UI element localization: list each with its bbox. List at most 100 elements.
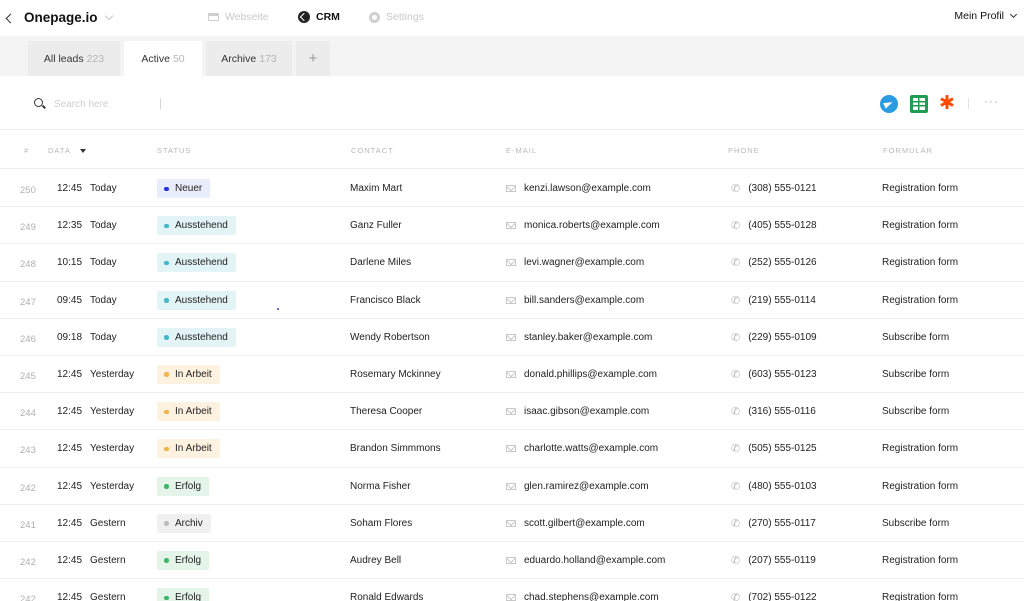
phone-cell[interactable]: ✆ (252) 555-0126 [731,244,817,281]
table-row[interactable]: 248 10:15 Today Ausstehend Darlene Miles… [0,244,1024,282]
row-number: 241 [20,519,36,531]
phone-cell[interactable]: ✆ (229) 555-0109 [731,319,817,356]
row-time: 12:45 [57,592,83,601]
phone-cell[interactable]: ✆ (702) 555-0122 [731,579,817,601]
contact-name[interactable]: Theresa Cooper [350,393,422,430]
row-day: Gestern [90,592,126,601]
email-text: bill.sanders@example.com [524,294,645,306]
email-cell[interactable]: eduardo.holland@example.com [506,542,665,579]
table-row[interactable]: 242 12:45 Gestern Erfolg Audrey Bell edu… [0,542,1024,580]
email-cell[interactable]: bill.sanders@example.com [506,282,644,319]
form-name: Registration form [882,480,959,492]
email-cell[interactable]: glen.ramirez@example.com [506,468,649,505]
status-badge[interactable]: In Arbeit [157,439,220,459]
brand-name: Onepage.io [24,10,98,25]
table-row[interactable]: 243 12:45 Yesterday In Arbeit Brandon Si… [0,430,1024,468]
tab-all-leads[interactable]: All leads 223 [28,41,120,76]
phone-text: (219) 555-0114 [748,294,816,306]
phone-icon: ✆ [731,257,741,270]
email-cell[interactable]: chad.stephens@example.com [506,579,659,601]
email-cell[interactable]: charlotte.watts@example.com [506,430,658,467]
phone-cell[interactable]: ✆ (207) 555-0119 [731,542,816,579]
row-day: Yesterday [90,443,135,455]
status-badge[interactable]: Ausstehend [157,290,236,310]
email-cell[interactable]: stanley.baker@example.com [506,319,652,356]
telegram-icon[interactable] [880,95,898,113]
status-badge[interactable]: In Arbeit [157,364,220,384]
table-row[interactable]: 242 12:45 Yesterday Erfolg Norma Fisher … [0,468,1024,505]
email-cell[interactable]: scott.gilbert@example.com [506,505,645,542]
nav-webseite[interactable]: Webseite [208,11,269,23]
settings-icon [369,11,380,23]
table-row[interactable]: 245 12:45 Yesterday In Arbeit Rosemary M… [0,356,1024,394]
tab-label: Archive [221,52,257,65]
sort-desc-icon[interactable] [79,149,86,154]
status-badge[interactable]: Neuer [157,179,211,198]
table-row[interactable]: 241 12:45 Gestern Archiv Soham Flores sc… [0,505,1024,542]
contact-name[interactable]: Audrey Bell [350,542,401,579]
table-row[interactable]: 244 12:45 Yesterday In Arbeit Theresa Co… [0,393,1024,431]
email-text: stanley.baker@example.com [524,331,653,343]
column-header-form[interactable]: FORMULAR [883,146,933,155]
table-row[interactable]: 250 12:45 Today Neuer Maxim Mart kenzi.l… [0,170,1024,208]
column-header-data[interactable]: DATA [48,146,86,155]
contact-name[interactable]: Darlene Miles [350,244,411,281]
contact-name[interactable]: Ronald Edwards [350,579,423,601]
phone-cell[interactable]: ✆ (505) 555-0125 [731,430,817,467]
table-row[interactable]: 247 09:45 Today Ausstehend Francisco Bla… [0,282,1024,319]
row-time: 10:15 [57,257,83,269]
add-tab-button[interactable]: + [296,41,330,76]
status-badge[interactable]: Erfolg [157,550,210,570]
column-header-contact[interactable]: CONTACT [351,146,394,155]
contact-name[interactable]: Brandon Simmmons [350,430,441,467]
email-cell[interactable]: isaac.gibson@example.com [506,393,649,430]
contact-name[interactable]: Ganz Fuller [350,207,402,244]
tab-active[interactable]: Active 50 [124,41,202,76]
phone-cell[interactable]: ✆ (316) 555-0116 [731,393,816,430]
status-badge[interactable]: Ausstehend [157,253,236,273]
status-badge[interactable]: In Arbeit [157,402,220,422]
status-badge[interactable]: Erfolg [157,476,210,496]
phone-text: (270) 555-0117 [748,517,816,529]
column-header-phone[interactable]: PHONE [728,146,760,155]
phone-cell[interactable]: ✆ (405) 555-0128 [731,207,817,244]
contact-name[interactable]: Norma Fisher [350,468,411,505]
column-header-email[interactable]: E-MAIL [506,146,537,155]
table-row[interactable]: 242 12:45 Gestern Erfolg Ronald Edwards … [0,579,1024,601]
status-badge[interactable]: Erfolg [157,588,210,601]
row-time: 12:45 [57,406,83,418]
table-row[interactable]: 246 09:18 Today Ausstehend Wendy Roberts… [0,319,1024,356]
status-badge[interactable]: Archiv [157,513,211,533]
google-sheets-icon[interactable] [910,95,928,113]
phone-text: (252) 555-0126 [748,257,817,269]
table-row[interactable]: 249 12:35 Today Ausstehend Ganz Fuller m… [0,207,1024,245]
back-chevron-icon[interactable] [2,9,16,27]
contact-name[interactable]: Wendy Robertson [350,319,430,356]
email-cell[interactable]: monica.roberts@example.com [506,207,660,244]
status-badge[interactable]: Ausstehend [157,327,236,347]
phone-cell[interactable]: ✆ (480) 555-0103 [731,468,817,505]
column-header-status[interactable]: STATUS [157,146,191,155]
contact-name[interactable]: Soham Flores [350,505,412,542]
email-cell[interactable]: levi.wagner@example.com [506,244,644,281]
profile-menu[interactable]: Mein Profil [954,10,1018,22]
zapier-icon[interactable]: ✱ [938,94,956,113]
brand-switcher[interactable]: Onepage.io [24,10,113,25]
email-cell[interactable]: donald.phillips@example.com [506,356,657,393]
phone-cell[interactable]: ✆ (219) 555-0114 [731,282,816,319]
crm-icon [298,11,310,23]
nav-settings[interactable]: Settings [369,11,424,23]
nav-crm[interactable]: CRM [298,11,340,23]
phone-cell[interactable]: ✆ (603) 555-0123 [731,356,817,393]
status-badge[interactable]: Ausstehend [157,216,236,236]
contact-name[interactable]: Maxim Mart [350,170,402,207]
contact-name[interactable]: Rosemary Mckinney [350,356,441,393]
email-cell[interactable]: kenzi.lawson@example.com [506,170,651,207]
phone-text: (229) 555-0109 [748,331,817,343]
more-options-button[interactable]: ··· [984,94,999,108]
contact-name[interactable]: Francisco Black [350,282,421,319]
phone-cell[interactable]: ✆ (270) 555-0117 [731,505,816,542]
phone-cell[interactable]: ✆ (308) 555-0121 [731,170,817,207]
search-input[interactable] [54,95,154,113]
tab-archive[interactable]: Archive 173 [206,41,292,76]
